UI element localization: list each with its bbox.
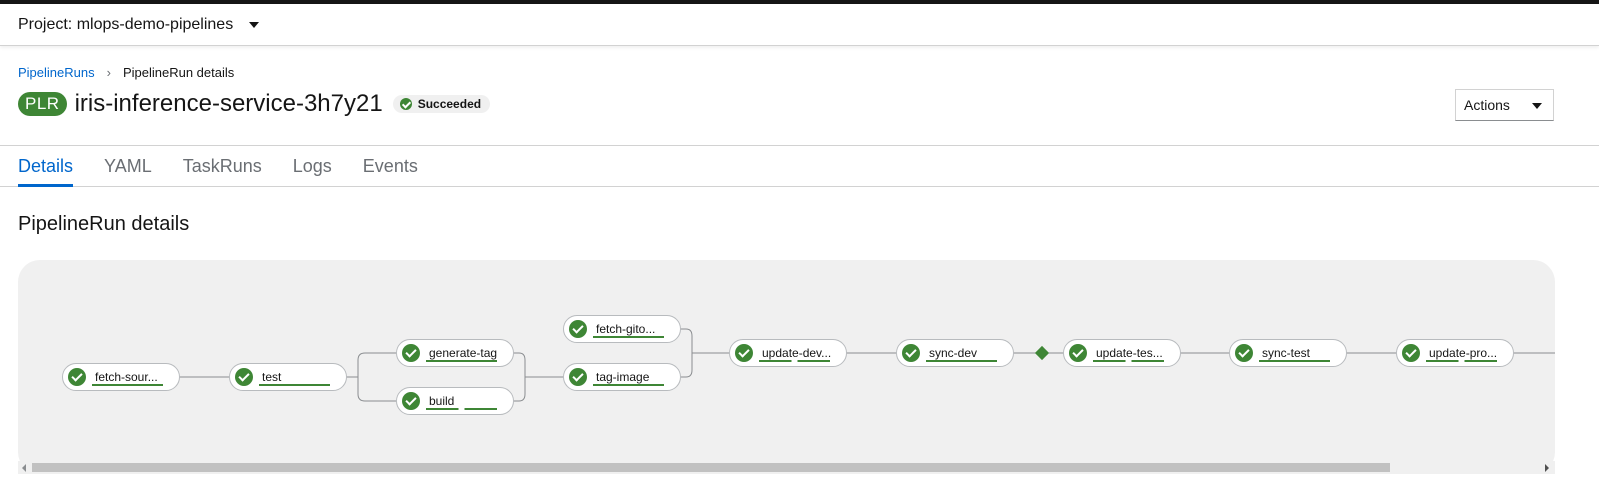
page-header: PLR iris-inference-service-3h7y21 Succee…: [18, 90, 491, 118]
check-circle-icon: [402, 392, 420, 410]
check-circle-icon: [1235, 344, 1253, 362]
status-text: Succeeded: [417, 97, 482, 111]
task-node-update-prod[interactable]: update-pro...: [1396, 339, 1514, 367]
tab-bar: Details YAML TaskRuns Logs Events: [0, 145, 1599, 187]
task-progress-bar: [593, 336, 664, 338]
check-circle-icon: [569, 320, 587, 338]
task-node-tag-image[interactable]: tag-image: [563, 363, 681, 391]
breadcrumb-current: PipelineRun details: [122, 65, 235, 80]
task-node-sync-test[interactable]: sync-test: [1229, 339, 1347, 367]
project-selector[interactable]: Project: mlops-demo-pipelines: [0, 4, 1599, 46]
breadcrumb-link-pipelineruns[interactable]: PipelineRuns: [18, 65, 95, 80]
task-node-sync-dev[interactable]: sync-dev: [896, 339, 1014, 367]
chevron-down-icon[interactable]: [249, 22, 260, 28]
task-label: sync-dev: [929, 346, 978, 360]
check-circle-icon: [735, 344, 753, 362]
tab-events[interactable]: Events: [363, 146, 418, 186]
check-circle-icon: [902, 344, 920, 362]
task-node-update-dev[interactable]: update-dev...: [729, 339, 847, 367]
task-progress-bar: [926, 360, 997, 362]
tab-yaml[interactable]: YAML: [104, 146, 152, 186]
task-progress-bar: [426, 360, 497, 362]
task-node-generate-tag[interactable]: generate-tag: [396, 339, 514, 367]
scroll-right-arrow-icon[interactable]: [1545, 464, 1549, 472]
task-progress-bar: [593, 384, 664, 386]
task-node-fetch-source[interactable]: fetch-sour...: [62, 363, 180, 391]
page-title: iris-inference-service-3h7y21: [74, 90, 383, 117]
resource-badge: PLR: [18, 92, 67, 116]
task-label: tag-image: [596, 370, 650, 384]
breadcrumb: PipelineRuns › PipelineRun details: [18, 65, 234, 80]
task-node-test[interactable]: test: [229, 363, 347, 391]
task-progress-bar: [426, 408, 497, 410]
task-label: update-dev...: [762, 346, 832, 360]
project-selector-label[interactable]: Project: mlops-demo-pipelines: [18, 16, 233, 34]
task-node-update-test[interactable]: update-tes...: [1063, 339, 1181, 367]
task-label: fetch-gito...: [596, 322, 656, 336]
check-circle-icon: [235, 368, 253, 386]
check-circle-icon: [1402, 344, 1420, 362]
caret-down-icon[interactable]: [1531, 102, 1542, 109]
status-badge: Succeeded: [392, 95, 491, 113]
check-circle-icon: [399, 98, 412, 110]
section-title: PipelineRun details: [18, 213, 190, 235]
actions-label[interactable]: Actions: [1464, 97, 1510, 113]
task-progress-bar: [92, 384, 163, 386]
task-node-build[interactable]: build: [396, 387, 514, 415]
task-label: sync-test: [1262, 346, 1311, 360]
scrollbar-thumb[interactable]: [32, 463, 1390, 472]
task-label: update-tes...: [1096, 346, 1163, 360]
scroll-left-arrow-icon[interactable]: [22, 464, 26, 472]
pipeline-graph[interactable]: fetch-sour... test generate-tag build fe…: [18, 260, 1555, 474]
task-label: test: [262, 370, 282, 384]
check-circle-icon: [68, 368, 86, 386]
task-label: build: [429, 394, 455, 408]
task-progress-bar: [1426, 360, 1497, 362]
task-progress-bar: [759, 360, 830, 362]
actions-dropdown[interactable]: Actions: [1455, 89, 1554, 121]
task-node-fetch-gitops[interactable]: fetch-gito...: [563, 315, 681, 343]
task-progress-bar: [1259, 360, 1330, 362]
task-progress-bar: [1093, 360, 1164, 362]
tab-taskruns[interactable]: TaskRuns: [183, 146, 262, 186]
tab-details[interactable]: Details: [18, 146, 74, 187]
check-circle-icon: [402, 344, 420, 362]
check-circle-icon: [569, 368, 587, 386]
tab-logs[interactable]: Logs: [293, 146, 332, 186]
task-label: update-pro...: [1429, 346, 1498, 360]
check-circle-icon: [1069, 344, 1087, 362]
task-progress-bar: [259, 384, 330, 386]
task-label: fetch-sour...: [95, 370, 158, 384]
task-label: generate-tag: [429, 346, 498, 360]
chevron-right-icon: ›: [106, 65, 111, 80]
